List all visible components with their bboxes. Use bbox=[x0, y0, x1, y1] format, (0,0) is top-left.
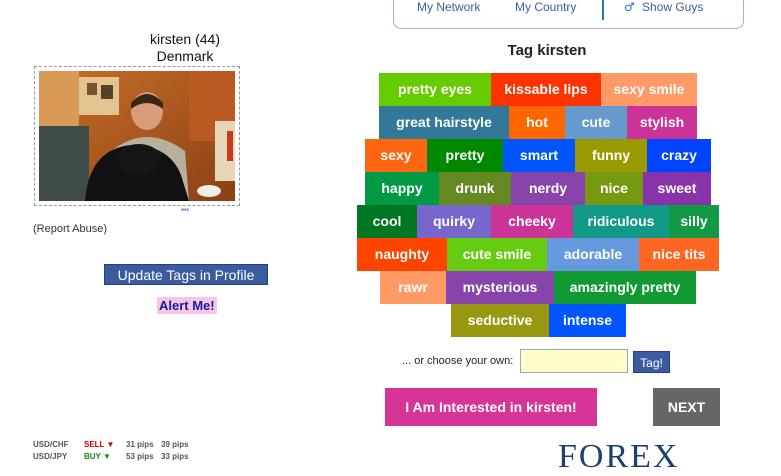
tag-naughty[interactable]: naughty bbox=[357, 238, 447, 271]
tag-crazy[interactable]: crazy bbox=[647, 139, 711, 172]
tag-sweet[interactable]: sweet bbox=[643, 172, 711, 205]
tag-nerdy[interactable]: nerdy bbox=[511, 172, 585, 205]
tag-kissable-lips[interactable]: kissable lips bbox=[491, 73, 601, 106]
tag-nice-tits[interactable]: nice tits bbox=[639, 238, 719, 271]
forex-pair: USD/JPY bbox=[33, 452, 68, 461]
interested-button[interactable]: I Am Interested in kirsten! bbox=[385, 388, 597, 426]
tag-funny[interactable]: funny bbox=[575, 139, 647, 172]
tag-cool[interactable]: cool bbox=[357, 205, 417, 238]
custom-tag-input[interactable] bbox=[520, 349, 628, 373]
tag-sexy-smile[interactable]: sexy smile bbox=[601, 73, 697, 106]
tag-stylish[interactable]: stylish bbox=[627, 106, 697, 139]
tag-drunk[interactable]: drunk bbox=[439, 172, 511, 205]
next-button[interactable]: NEXT bbox=[653, 388, 720, 426]
tag-silly[interactable]: silly bbox=[669, 205, 719, 238]
tag-ridiculous[interactable]: ridiculous bbox=[573, 205, 669, 238]
photo-caption-link[interactable]: "" bbox=[181, 207, 189, 219]
tag-intense[interactable]: intense bbox=[549, 304, 626, 337]
nav-divider bbox=[602, 0, 604, 20]
report-abuse-link[interactable]: (Report Abuse) bbox=[33, 223, 107, 235]
tag-smart[interactable]: smart bbox=[503, 139, 575, 172]
forex-action: BUY ▼ bbox=[84, 452, 111, 461]
profile-photo-frame[interactable] bbox=[34, 66, 240, 206]
tag-pretty-eyes[interactable]: pretty eyes bbox=[379, 73, 491, 106]
tag-section-title: Tag kirsten bbox=[507, 42, 587, 59]
profile-country: Denmark bbox=[156, 48, 214, 64]
tag-cheeky[interactable]: cheeky bbox=[491, 205, 573, 238]
forex-pips: 31 pips bbox=[126, 440, 154, 449]
forex-pips: 53 pips bbox=[126, 452, 154, 461]
tag-quirky[interactable]: quirky bbox=[417, 205, 491, 238]
forex-pips: 33 pips bbox=[161, 452, 189, 461]
tag-pretty[interactable]: pretty bbox=[427, 139, 503, 172]
tag-mysterious[interactable]: mysterious bbox=[446, 271, 554, 304]
update-tags-button[interactable]: Update Tags in Profile Box bbox=[104, 264, 268, 304]
nav-my-country[interactable]: My Country bbox=[515, 0, 576, 14]
alert-me-link[interactable]: Alert Me! bbox=[157, 297, 217, 314]
nav-show-guys[interactable]: Show Guys bbox=[642, 0, 703, 14]
tag-sexy[interactable]: sexy bbox=[365, 139, 427, 172]
tag-adorable[interactable]: adorable bbox=[547, 238, 639, 271]
tag-rawr[interactable]: rawr bbox=[380, 271, 446, 304]
forex-pips: 39 pips bbox=[161, 440, 189, 449]
tag-nice[interactable]: nice bbox=[585, 172, 643, 205]
tag-hot[interactable]: hot bbox=[509, 106, 565, 139]
forex-pair: USD/CHF bbox=[33, 440, 69, 449]
tag-great-hairstyle[interactable]: great hairstyle bbox=[379, 106, 509, 139]
tag-happy[interactable]: happy bbox=[365, 172, 439, 205]
profile-photo[interactable] bbox=[39, 71, 235, 201]
male-icon: ♂ bbox=[624, 0, 635, 14]
forex-action: SELL ▼ bbox=[84, 440, 115, 449]
tag-cute[interactable]: cute bbox=[565, 106, 627, 139]
forex-logo[interactable]: FOREX bbox=[558, 438, 679, 476]
choose-own-tag-label: ... or choose your own: bbox=[402, 355, 514, 367]
tag-amazingly-pretty[interactable]: amazingly pretty bbox=[554, 271, 696, 304]
tag-submit-button[interactable]: Tag! bbox=[633, 351, 670, 373]
top-navigation: My Network My Country ♂ Show Guys bbox=[393, 0, 744, 29]
profile-name-age: kirsten (44) bbox=[149, 31, 221, 47]
tag-cute-smile[interactable]: cute smile bbox=[447, 238, 547, 271]
nav-my-network[interactable]: My Network bbox=[417, 0, 480, 14]
tag-seductive[interactable]: seductive bbox=[451, 304, 549, 337]
